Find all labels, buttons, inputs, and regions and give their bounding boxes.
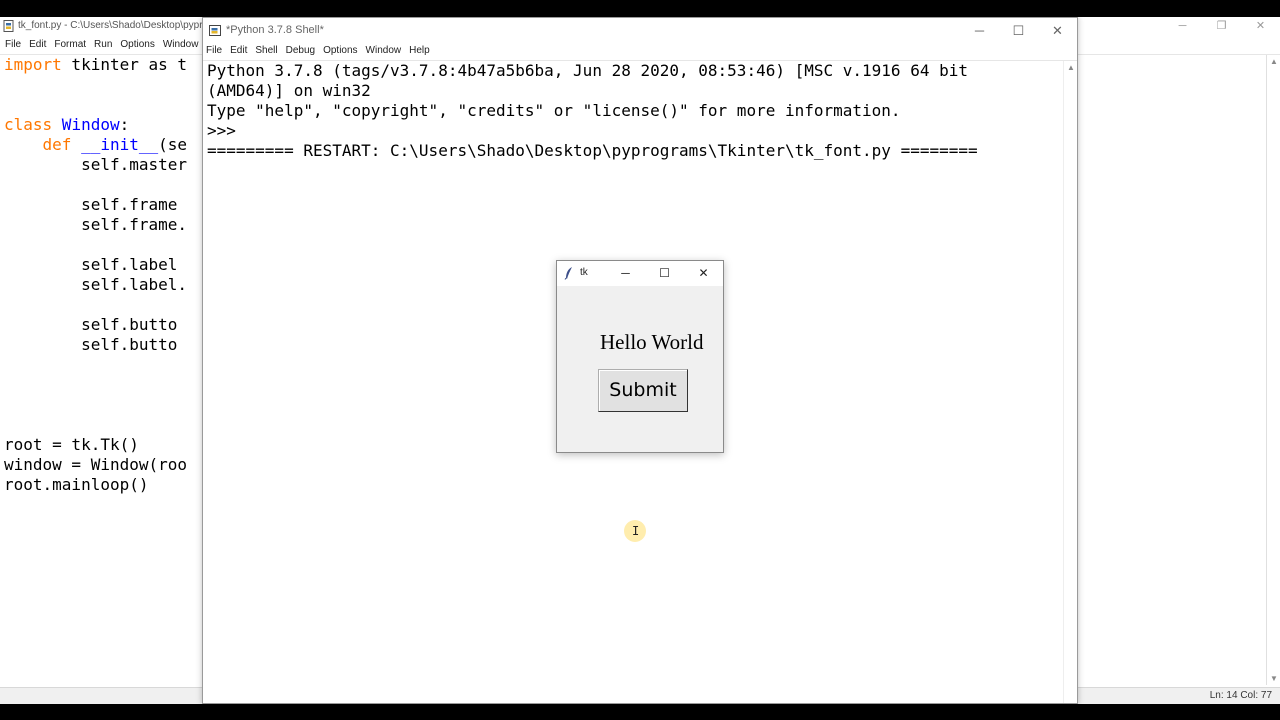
- scroll-up-icon[interactable]: ▲: [1270, 57, 1278, 66]
- editor-menu-options[interactable]: Options: [116, 36, 158, 54]
- code-line: root.mainloop(): [4, 475, 149, 494]
- shell-menu-edit[interactable]: Edit: [226, 44, 251, 60]
- scroll-down-icon[interactable]: ▼: [1270, 674, 1278, 683]
- tk-title: tk: [580, 267, 588, 278]
- cursor-position: Ln: 14 Col: 77: [1209, 690, 1272, 701]
- code-line: class Window:: [4, 115, 130, 134]
- shell-minimize-button[interactable]: ─: [960, 18, 999, 44]
- tk-close-button[interactable]: ✕: [684, 261, 723, 286]
- shell-menu-options[interactable]: Options: [319, 44, 361, 60]
- editor-menu-file[interactable]: File: [0, 36, 25, 54]
- code-line: self.butto: [4, 335, 178, 354]
- python-file-icon: [3, 20, 14, 32]
- shell-output-area[interactable]: Python 3.7.8 (tags/v3.7.8:4b47a5b6ba, Ju…: [207, 61, 978, 161]
- tk-titlebar[interactable]: tk ─ ☐ ✕: [557, 261, 723, 286]
- code-line: self.label.: [4, 275, 188, 294]
- editor-minimize-button[interactable]: ─: [1163, 17, 1202, 36]
- letterbox-top: [0, 0, 1280, 17]
- code-line: self.frame: [4, 195, 178, 214]
- hello-world-label: Hello World: [600, 330, 704, 354]
- editor-menu-format[interactable]: Format: [50, 36, 90, 54]
- tk-window: tk ─ ☐ ✕ Hello World Submit: [556, 260, 724, 453]
- shell-scrollbar[interactable]: ▲: [1063, 61, 1077, 703]
- submit-button[interactable]: Submit: [598, 369, 688, 412]
- editor-title: tk_font.py - C:\Users\Shado\Desktop\pypr: [18, 20, 203, 31]
- python-shell-icon: [209, 25, 221, 36]
- shell-menu-shell[interactable]: Shell: [251, 44, 281, 60]
- shell-title: *Python 3.7.8 Shell*: [226, 24, 324, 36]
- editor-menu-run[interactable]: Run: [90, 36, 116, 54]
- tk-minimize-button[interactable]: ─: [606, 261, 645, 286]
- tk-feather-icon: [564, 267, 572, 280]
- code-editor-area[interactable]: import tkinter as t class Window: def __i…: [4, 55, 187, 495]
- editor-menu-edit[interactable]: Edit: [25, 36, 50, 54]
- editor-restore-button[interactable]: ❐: [1202, 17, 1241, 36]
- code-line: self.master: [4, 155, 188, 174]
- editor-close-button[interactable]: ✕: [1241, 17, 1280, 36]
- scroll-up-icon[interactable]: ▲: [1067, 63, 1075, 72]
- shell-menu-file[interactable]: File: [203, 44, 226, 60]
- editor-scrollbar[interactable]: ▲ ▼: [1266, 55, 1280, 685]
- code-line: def __init__(se: [4, 135, 188, 154]
- code-line: window = Window(roo: [4, 455, 188, 474]
- letterbox-bottom: [0, 704, 1280, 720]
- text-cursor-icon: I: [632, 524, 640, 538]
- shell-restart-line: ========= RESTART: C:\Users\Shado\Deskto…: [207, 141, 978, 160]
- code-line: import tkinter as t: [4, 55, 188, 74]
- shell-menu-debug[interactable]: Debug: [282, 44, 319, 60]
- shell-menu-window[interactable]: Window: [362, 44, 406, 60]
- shell-line: (AMD64)] on win32: [207, 81, 371, 100]
- code-line: root = tk.Tk(): [4, 435, 139, 454]
- code-line: self.frame.: [4, 215, 188, 234]
- shell-menu-help[interactable]: Help: [405, 44, 434, 60]
- tk-maximize-button[interactable]: ☐: [645, 261, 684, 286]
- shell-titlebar[interactable]: *Python 3.7.8 Shell* ─ ☐ ✕: [203, 18, 1077, 44]
- shell-menubar: File Edit Shell Debug Options Window Hel…: [203, 44, 1077, 60]
- code-line: self.butto: [4, 315, 178, 334]
- shell-close-button[interactable]: ✕: [1038, 18, 1077, 44]
- shell-line: Type "help", "copyright", "credits" or "…: [207, 101, 901, 120]
- shell-prompt: >>>: [207, 121, 246, 140]
- code-line: self.label: [4, 255, 178, 274]
- shell-line: Python 3.7.8 (tags/v3.7.8:4b47a5b6ba, Ju…: [207, 61, 968, 80]
- shell-maximize-button[interactable]: ☐: [999, 18, 1038, 44]
- editor-menu-window[interactable]: Window: [159, 36, 203, 54]
